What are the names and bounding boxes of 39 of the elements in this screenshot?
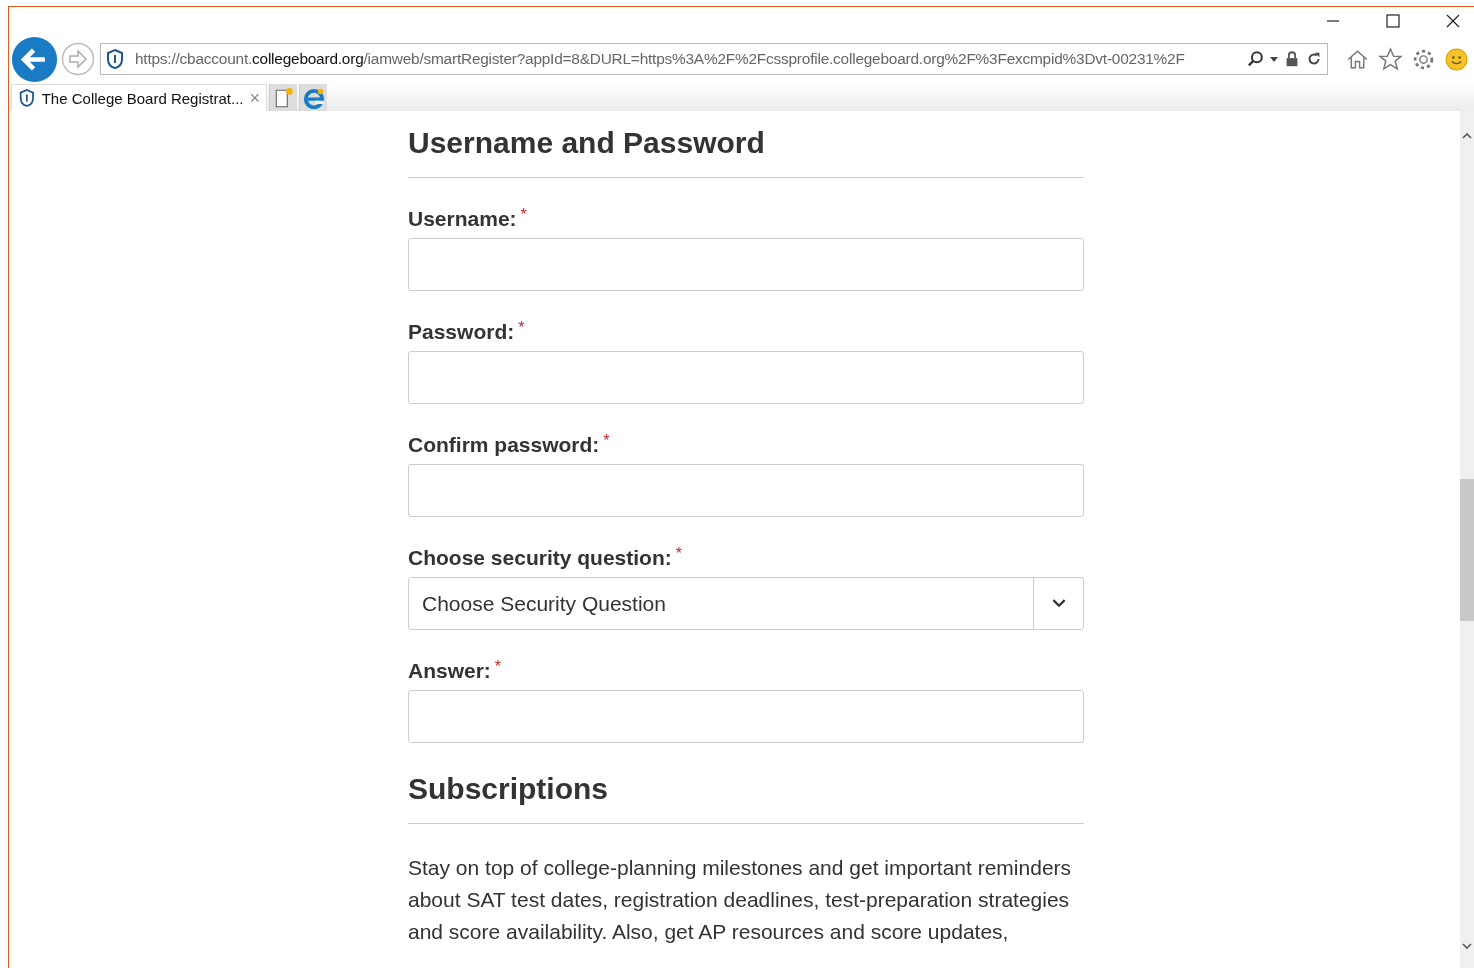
search-icon[interactable] [1247, 50, 1265, 68]
star-icon[interactable] [1378, 46, 1403, 72]
input-field[interactable] [408, 464, 1084, 517]
input-field[interactable] [408, 238, 1084, 291]
scroll-up-icon[interactable] [1462, 133, 1472, 139]
shield-icon [18, 88, 36, 108]
field-label: Choose security question: [408, 545, 672, 571]
shield-icon [105, 48, 125, 70]
field-label: Username: [408, 206, 517, 232]
field-label: Answer: [408, 658, 491, 684]
subscriptions-paragraph: Stay on top of college-planning milestones and get important reminders about SAT test dates, registration deadlines, test-preparation strategies and score availability. Also, get AP resources and score updates, [408, 855, 1073, 945]
input-field[interactable] [408, 351, 1084, 404]
required-mark: * [603, 432, 610, 451]
required-mark: * [520, 206, 527, 225]
scrollbar-thumb[interactable] [1460, 479, 1474, 621]
new-tab-button[interactable] [269, 84, 297, 111]
caret-icon[interactable] [1269, 54, 1279, 64]
field-label: Confirm password: [408, 432, 600, 458]
tab-title: The College Board Registrat... [41, 89, 244, 107]
security-question-select[interactable]: Choose Security Question [408, 577, 1084, 630]
e-logo-icon [302, 86, 325, 109]
required-mark: * [518, 319, 525, 338]
maximize-icon[interactable] [1386, 14, 1400, 28]
input-field[interactable] [408, 690, 1084, 743]
required-mark: * [675, 545, 682, 564]
url-text: https://cbaccount.collegeboard.org/iamweb/smartRegister?appId=8&DURL=https%3A%2F%2Fcssprofile.collegeboard.org%2F%3Fexcmpid%3Dvt-00231%2F [135, 50, 1186, 68]
smiley-icon[interactable] [1444, 46, 1469, 72]
scrollbar[interactable] [1460, 111, 1474, 968]
field-label: Password: [408, 319, 515, 345]
scroll-down-icon[interactable] [1462, 943, 1472, 949]
chevron-down-icon [1051, 599, 1066, 608]
section-heading: Subscriptions [408, 771, 610, 807]
browser-tab[interactable]: The College Board Registrat... × [11, 84, 267, 111]
section-heading: Username and Password [408, 125, 766, 161]
browser-logo-button[interactable] [299, 84, 327, 111]
required-mark: * [494, 658, 502, 677]
close-icon[interactable] [1446, 14, 1460, 28]
address-bar[interactable]: https://cbaccount.collegeboard.org/iamweb/smartRegister?appId=8&DURL=https%3A%2F%2Fcssprofile.collegeboard.org%2F%3Fexcmpid%3Dvt-00231%2F [100, 43, 1328, 75]
tab-close[interactable]: × [249, 87, 260, 109]
